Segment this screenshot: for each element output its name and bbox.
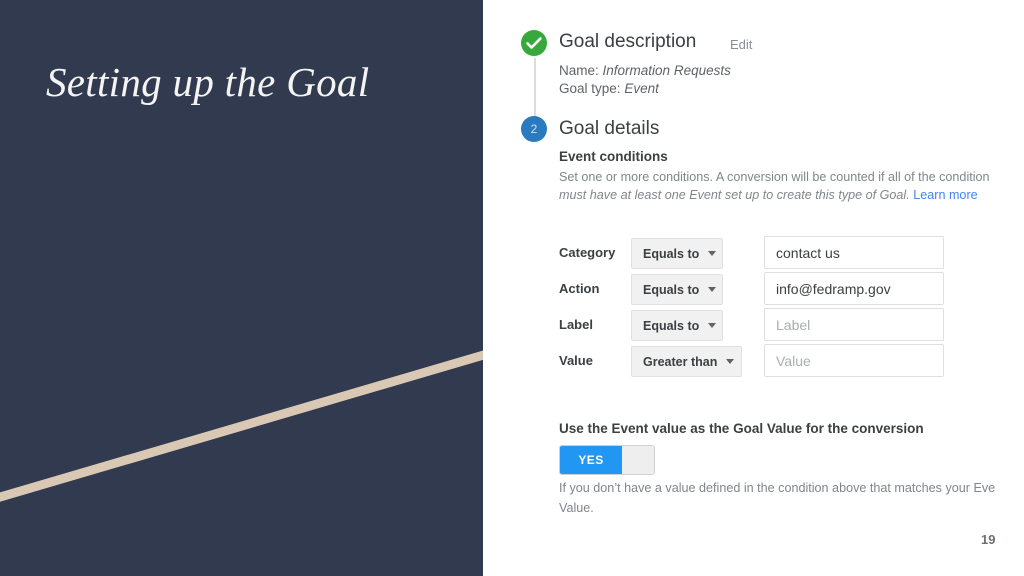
step-title-goal-description: Goal description <box>559 31 697 52</box>
toggle-knob <box>622 446 654 474</box>
condition-value-input-value[interactable]: Value <box>764 344 944 377</box>
goal-name-label: Name: <box>559 63 599 78</box>
goal-value-note-line2: Value. <box>559 501 594 515</box>
condition-label-value: Value <box>559 353 593 368</box>
condition-operator-value-action: Equals to <box>643 282 700 297</box>
condition-label-category: Category <box>559 245 616 260</box>
goal-value-heading: Use the Event value as the Goal Value fo… <box>559 421 924 436</box>
condition-operator-select-label[interactable]: Equals to <box>631 310 723 341</box>
chevron-down-icon <box>726 359 735 364</box>
chevron-down-icon <box>708 323 717 328</box>
condition-label-action: Action <box>559 281 600 296</box>
condition-operator-select-value[interactable]: Greater than <box>631 346 742 377</box>
goal-value-note: If you don’t have a value defined in the… <box>559 478 1024 518</box>
edit-link[interactable]: Edit <box>730 37 752 52</box>
step-number-badge: 2 <box>521 116 547 142</box>
google-analytics-goal-form: Goal description Edit Name: Information … <box>483 0 1024 576</box>
step-connector-line <box>534 58 536 120</box>
condition-value-input-label[interactable]: Label <box>764 308 944 341</box>
chevron-down-icon <box>708 287 717 292</box>
event-conditions-heading: Event conditions <box>559 149 668 164</box>
goal-name-value: Information Requests <box>602 63 731 78</box>
slide-left-panel: Setting up the Goal <box>0 0 483 576</box>
condition-operator-value-label: Equals to <box>643 318 700 333</box>
event-conditions-description-line1: Set one or more conditions. A conversion… <box>559 170 990 184</box>
green-check-icon <box>521 30 547 56</box>
condition-operator-select-action[interactable]: Equals to <box>631 274 723 305</box>
toggle-on-label: YES <box>560 446 622 474</box>
event-conditions-description-line2: must have at least one Event set up to c… <box>559 188 910 202</box>
goal-value-note-line1: If you don’t have a value defined in the… <box>559 481 996 495</box>
condition-label-label: Label <box>559 317 593 332</box>
goal-name-row: Name: Information Requests <box>559 63 731 78</box>
condition-operator-select-category[interactable]: Equals to <box>631 238 723 269</box>
chevron-down-icon <box>708 251 717 256</box>
goal-type-row: Goal type: Event <box>559 81 659 96</box>
condition-value-input-category[interactable]: contact us <box>764 236 944 269</box>
event-conditions-description: Set one or more conditions. A conversion… <box>559 168 1024 204</box>
event-conditions-description-line2-wrap: must have at least one Event set up to c… <box>559 186 1024 204</box>
goal-type-value: Event <box>624 81 659 96</box>
step-title-goal-details: Goal details <box>559 118 660 139</box>
learn-more-link[interactable]: Learn more <box>913 188 977 202</box>
condition-value-input-action[interactable]: info@fedramp.gov <box>764 272 944 305</box>
condition-operator-value-category: Equals to <box>643 246 700 261</box>
slide-right-panel: Goal description Edit Name: Information … <box>483 0 1024 576</box>
page-number: 19 <box>981 532 996 547</box>
condition-operator-value-value: Greater than <box>643 354 718 369</box>
goal-type-label: Goal type: <box>559 81 621 96</box>
slide: Setting up the Goal Goal description Edi… <box>0 0 1024 576</box>
page-title: Setting up the Goal <box>46 59 370 105</box>
goal-value-toggle[interactable]: YES <box>559 445 655 475</box>
